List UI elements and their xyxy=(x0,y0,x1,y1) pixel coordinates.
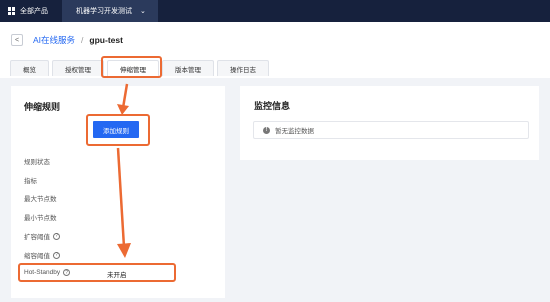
all-products-label: 全部产品 xyxy=(20,8,48,15)
breadcrumb-parent-link[interactable]: AI在线服务 xyxy=(33,34,75,46)
chevron-down-icon: ⌄ xyxy=(140,8,146,15)
monitoring-card: 监控信息 ! 暂无监控数据 xyxy=(240,86,539,160)
tab-overview[interactable]: 概览 xyxy=(10,60,49,76)
help-icon[interactable]: ? xyxy=(53,232,60,240)
button-highlight-box xyxy=(86,114,150,146)
grid-icon xyxy=(8,7,16,15)
back-button[interactable]: < xyxy=(11,34,23,46)
metric-label: 指标 xyxy=(24,178,37,185)
scale-out-threshold-label: 扩容阈值? xyxy=(24,231,60,241)
info-icon: ! xyxy=(263,126,270,134)
hot-standby-highlight-box xyxy=(18,263,176,282)
min-nodes-label: 最小节点数 xyxy=(24,215,57,222)
breadcrumb: AI在线服务 / gpu-test xyxy=(33,34,123,46)
monitoring-title: 监控信息 xyxy=(254,101,291,111)
tab-operation-log[interactable]: 操作日志 xyxy=(217,60,269,76)
scaling-rules-title: 伸缩规则 xyxy=(24,102,61,112)
no-data-text: 暂无监控数据 xyxy=(275,128,314,135)
top-nav-bar: 全部产品 机器学习开发测试 ⌄ xyxy=(0,0,550,22)
project-label: 机器学习开发测试 xyxy=(76,8,132,15)
rule-status-label: 规则状态 xyxy=(24,159,50,166)
chevron-left-icon: < xyxy=(14,36,20,44)
tab-highlight-box xyxy=(101,56,162,78)
all-products-menu[interactable]: 全部产品 xyxy=(0,0,56,22)
breadcrumb-separator: / xyxy=(81,35,84,45)
max-nodes-label: 最大节点数 xyxy=(24,196,57,203)
tab-authorization[interactable]: 授权管理 xyxy=(52,60,104,76)
project-selector[interactable]: 机器学习开发测试 ⌄ xyxy=(62,0,158,22)
scale-in-threshold-label: 缩容阈值? xyxy=(24,250,60,260)
tab-versions[interactable]: 版本管理 xyxy=(162,60,214,76)
no-data-notice: ! 暂无监控数据 xyxy=(253,121,529,139)
page-title: gpu-test xyxy=(89,35,123,45)
help-icon[interactable]: ? xyxy=(53,251,60,259)
